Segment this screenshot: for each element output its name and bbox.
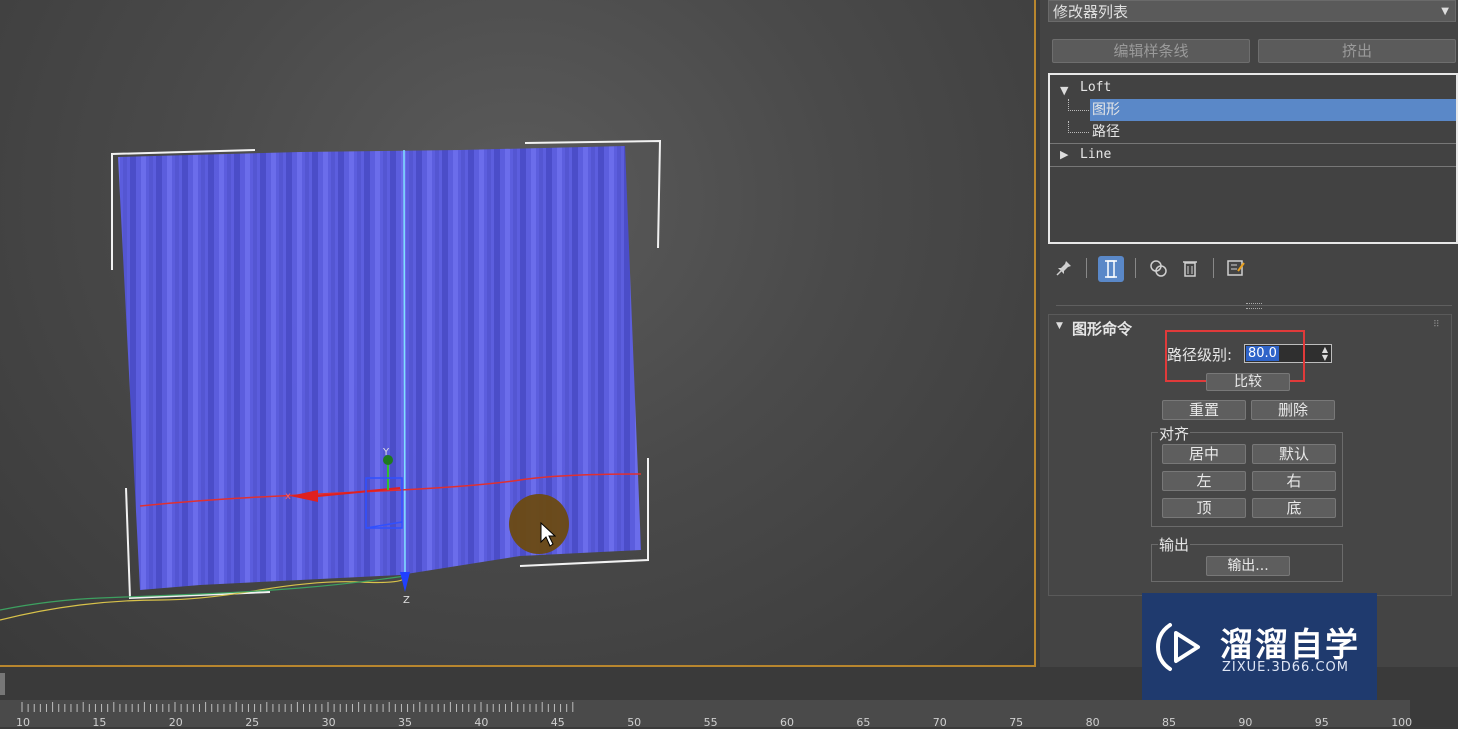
timeline-tick-label: 80 [1085,716,1100,729]
output-group-label: 输出 [1158,534,1191,555]
timeline-tick-label: 100 [1391,716,1413,729]
align-top-button[interactable]: 顶 [1162,498,1246,518]
timeline-tick-label: 55 [703,716,718,729]
collapse-triangle-icon[interactable]: ▶ [1060,144,1068,166]
make-unique-icon[interactable] [1146,256,1170,280]
timeline-tick-label: 60 [780,716,794,729]
align-group-label: 对齐 [1158,423,1191,444]
timeline-tick-label: 85 [1162,716,1176,729]
perspective-viewport[interactable]: Y x Z [0,0,1036,667]
axis-x-label: x [285,491,291,502]
timeline-tick-label: 35 [398,716,412,729]
play-logo-icon [1155,623,1200,671]
align-center-button[interactable]: 居中 [1162,444,1246,464]
timeline-tick-label: 25 [245,716,260,729]
watermark-url: ZIXUE.3D66.COM [1222,660,1349,675]
timeline-tick-label: 90 [1238,716,1253,729]
timeline-tick-label: 10 [16,716,30,729]
rollout-title[interactable]: 图形命令 [1072,318,1132,339]
timeline-tick-label: 65 [856,716,871,729]
timeline-tick-label: 75 [1009,716,1024,729]
trash-icon[interactable] [1178,256,1202,280]
timeline-tick-label: 15 [92,716,107,729]
pin-stack-icon[interactable] [1052,256,1076,280]
delete-button[interactable]: 删除 [1251,400,1335,420]
timeline-tick-label: 30 [321,716,336,729]
stack-loft-label: Loft [1080,80,1112,95]
rollout-collapse-icon[interactable]: ▼ [1056,321,1063,331]
selected-highlight [1090,99,1456,121]
timeline-tick-label: 40 [474,716,489,729]
modifier-list-label: 修改器列表 [1053,3,1129,21]
align-left-button[interactable]: 左 [1162,471,1246,491]
align-default-button[interactable]: 默认 [1252,444,1336,464]
gizmo-z-arrow [400,572,410,592]
edit-spline-button[interactable]: 编辑样条线 [1052,39,1250,63]
spinner-arrows-icon[interactable]: ▲ ▼ [1322,346,1328,362]
rollout-grip-icon: ⠿ [1433,320,1440,330]
compare-button[interactable]: 比较 [1206,373,1290,391]
panel-divider-grip[interactable] [1246,303,1262,309]
modifier-stack: ▼ Loft 图形 路径 ▶ Line [1048,73,1458,244]
output-button[interactable]: 输出... [1206,556,1290,576]
timeline-tick-label: 45 [550,716,565,729]
timeline-tick-label: 70 [932,716,947,729]
pivot-z-line [403,149,406,581]
watermark-title: 溜溜自学 [1220,625,1360,664]
show-end-result-icon[interactable] [1098,256,1124,282]
stack-item-shape[interactable]: 图形 [1050,99,1456,121]
timeline-handle[interactable] [0,673,5,695]
timeline-tick-label: 20 [168,716,183,729]
axis-z-label: Z [403,595,410,606]
stack-item-loft[interactable]: ▼ Loft [1050,77,1456,99]
configure-sets-icon[interactable] [1224,256,1248,280]
modifier-list-dropdown[interactable]: 修改器列表 ▼ [1048,0,1456,22]
align-right-button[interactable]: 右 [1252,471,1336,491]
stack-shape-label: 图形 [1092,102,1120,118]
viewport-scene: Y x Z [0,139,662,621]
stack-path-label: 路径 [1092,124,1120,140]
align-bottom-button[interactable]: 底 [1252,498,1336,518]
stack-item-path[interactable]: 路径 [1050,121,1456,143]
chevron-down-icon: ▼ [1441,6,1449,17]
axis-y-label: Y [382,447,390,458]
stack-line-label: Line [1080,147,1112,162]
reset-button[interactable]: 重置 [1162,400,1246,420]
extrude-button[interactable]: 挤出 [1258,39,1456,63]
timeline-tick-label: 50 [627,716,642,729]
mouse-cursor-icon [540,522,556,547]
stack-item-line[interactable]: ▶ Line [1050,144,1456,166]
timeline-tick-label: 95 [1314,716,1329,729]
click-indicator [509,494,569,554]
